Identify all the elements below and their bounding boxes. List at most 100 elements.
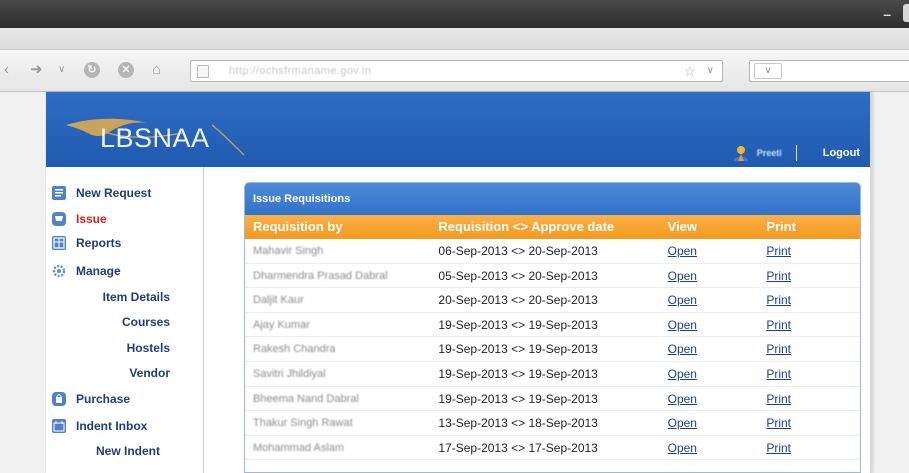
minimize-button[interactable]: –: [883, 6, 891, 22]
stop-icon[interactable]: ✕: [118, 62, 134, 78]
requisition-dates: 19-Sep-2013 <> 19-Sep-2013: [438, 366, 598, 381]
print-link[interactable]: Print: [766, 392, 791, 406]
sidebar-subitem-vendor[interactable]: Vendor: [54, 364, 170, 382]
user-avatar-icon: [733, 145, 749, 161]
requisition-dates: 05-Sep-2013 <> 20-Sep-2013: [438, 268, 598, 283]
sidebar-subitem-item-details[interactable]: Item Details: [54, 288, 170, 306]
sidebar-item-issue[interactable]: Issue: [52, 209, 107, 229]
open-link[interactable]: Open: [668, 416, 697, 430]
requisition-by: Savitri Jhildiyal: [253, 367, 326, 380]
sidebar-item-label: Reports: [76, 236, 122, 250]
logo-text: LBSNAA: [100, 123, 210, 153]
logout-link[interactable]: Logout: [823, 147, 860, 159]
open-link[interactable]: Open: [668, 244, 697, 258]
open-link[interactable]: Open: [668, 367, 697, 381]
requisition-dates: 13-Sep-2013 <> 18-Sep-2013: [438, 416, 598, 431]
requisition-dates: 17-Sep-2013 <> 17-Sep-2013: [438, 440, 598, 455]
panel-title: Issue Requisitions: [245, 183, 860, 215]
open-link[interactable]: Open: [668, 318, 697, 332]
sidebar-item-manage[interactable]: Manage: [52, 261, 121, 281]
table-row: Daljit Kaur 20-Sep-2013 <> 20-Sep-2013 O…: [245, 288, 860, 313]
back-icon[interactable]: ‹: [4, 61, 9, 79]
requisition-by: Rakesh Chandra: [253, 343, 336, 356]
sidebar-item-label: Indent Inbox: [76, 419, 148, 433]
sidebar-subitem-courses[interactable]: Courses: [54, 313, 170, 331]
history-dropdown-icon[interactable]: ∨: [58, 61, 65, 79]
forward-icon[interactable]: ➜: [30, 61, 43, 79]
address-bar[interactable]: http://ochsfrmaname.gov.in ☆ ∨: [190, 60, 723, 82]
print-link[interactable]: Print: [766, 269, 791, 283]
table-row: Mohammad Aslam 17-Sep-2013 <> 17-Sep-201…: [245, 436, 860, 461]
user-name: Preeti: [756, 148, 782, 158]
app-header: LBSNAA Preeti Logout: [46, 92, 870, 167]
sidebar-item-purchase[interactable]: Purchase: [52, 389, 130, 409]
document-icon: [52, 186, 66, 200]
open-link[interactable]: Open: [668, 441, 697, 455]
sidebar-subitem-hostels[interactable]: Hostels: [54, 339, 170, 357]
sidebar-item-label: Issue: [76, 212, 107, 226]
print-link[interactable]: Print: [766, 367, 791, 381]
column-header-view: View: [667, 219, 698, 234]
requisition-dates: 19-Sep-2013 <> 19-Sep-2013: [438, 317, 598, 332]
requisition-dates: 06-Sep-2013 <> 20-Sep-2013: [438, 244, 598, 258]
window-titlebar: –: [0, 0, 909, 28]
print-link[interactable]: Print: [766, 318, 791, 332]
sidebar-subitem-new-indent[interactable]: New Indent: [54, 442, 160, 460]
logo[interactable]: LBSNAA: [62, 103, 262, 163]
column-header-requisition-by: Requisition by: [253, 219, 343, 234]
search-bar[interactable]: ∨: [749, 60, 909, 82]
page-icon: [197, 65, 209, 78]
issue-requisitions-panel: Issue Requisitions Requisition by Requis…: [244, 182, 861, 473]
app-container: LBSNAA Preeti Logout New Request Issue R…: [46, 92, 872, 473]
window-edge: [903, 4, 909, 22]
print-link[interactable]: Print: [766, 416, 791, 430]
requisition-by: Bheema Nand Dabral: [253, 392, 359, 405]
sidebar-item-reports[interactable]: Reports: [52, 233, 121, 253]
column-header-dates: Requisition <> Approve date: [438, 219, 615, 234]
header-divider: [795, 145, 797, 161]
requisition-by: Daljit Kaur: [253, 294, 304, 307]
requisition-dates: 19-Sep-2013 <> 19-Sep-2013: [438, 391, 598, 406]
sidebar-item-label: Purchase: [76, 392, 131, 406]
open-link[interactable]: Open: [668, 269, 697, 283]
table-row: Dharmendra Prasad Dabral 05-Sep-2013 <> …: [245, 264, 860, 289]
open-link[interactable]: Open: [668, 392, 697, 406]
column-header-print: Print: [766, 219, 796, 234]
requisition-dates: 19-Sep-2013 <> 19-Sep-2013: [438, 342, 598, 357]
open-link[interactable]: Open: [668, 342, 697, 356]
home-icon[interactable]: ⌂: [152, 61, 161, 79]
print-link[interactable]: Print: [766, 342, 791, 356]
table-row: Bheema Nand Dabral 19-Sep-2013 <> 19-Sep…: [245, 387, 860, 412]
table-row: Savitri Jhildiyal 19-Sep-2013 <> 19-Sep-…: [245, 362, 860, 387]
print-link[interactable]: Print: [766, 441, 791, 455]
requisition-by: Mohammad Aslam: [253, 441, 345, 454]
reload-icon[interactable]: ↻: [84, 62, 100, 78]
url-dropdown-icon[interactable]: ∨: [707, 65, 714, 76]
table-row: Thakur Singh Rawat 13-Sep-2013 <> 18-Sep…: [245, 411, 860, 436]
bookmark-star-icon[interactable]: ☆: [683, 63, 696, 80]
page-viewport: LBSNAA Preeti Logout New Request Issue R…: [0, 92, 909, 473]
sidebar-item-new-request[interactable]: New Request: [52, 183, 151, 203]
sidebar-item-label: Manage: [76, 264, 121, 278]
requisition-dates: 20-Sep-2013 <> 20-Sep-2013: [438, 293, 598, 308]
tab-strip: [0, 28, 909, 50]
cart-icon: [52, 212, 66, 226]
requisition-by: Thakur Singh Rawat: [253, 417, 353, 430]
requisition-by: Dharmendra Prasad Dabral: [253, 269, 388, 282]
table-header: Requisition by Requisition <> Approve da…: [245, 215, 860, 239]
search-engine-selector[interactable]: ∨: [754, 63, 782, 79]
bag-icon: [52, 392, 66, 406]
sidebar: New Request Issue Reports Manage Item De…: [46, 167, 204, 473]
browser-toolbar: ‹ ➜ ∨ ↻ ✕ ⌂ http://ochsfrmaname.gov.in ☆…: [0, 50, 909, 92]
sidebar-item-indent-inbox[interactable]: Indent Inbox: [52, 416, 147, 436]
print-link[interactable]: Print: [766, 244, 791, 258]
print-link[interactable]: Print: [766, 293, 791, 307]
url-text[interactable]: http://ochsfrmaname.gov.in: [229, 65, 371, 77]
table-row: Rakesh Chandra 19-Sep-2013 <> 19-Sep-201…: [245, 337, 860, 362]
requisition-by: Mahavir Singh: [253, 245, 324, 257]
gear-icon: [52, 264, 66, 278]
open-link[interactable]: Open: [668, 293, 697, 307]
report-icon: [52, 236, 66, 250]
sidebar-item-label: New Request: [76, 186, 152, 200]
table-row: Ajay Kumar 19-Sep-2013 <> 19-Sep-2013 Op…: [245, 313, 860, 338]
